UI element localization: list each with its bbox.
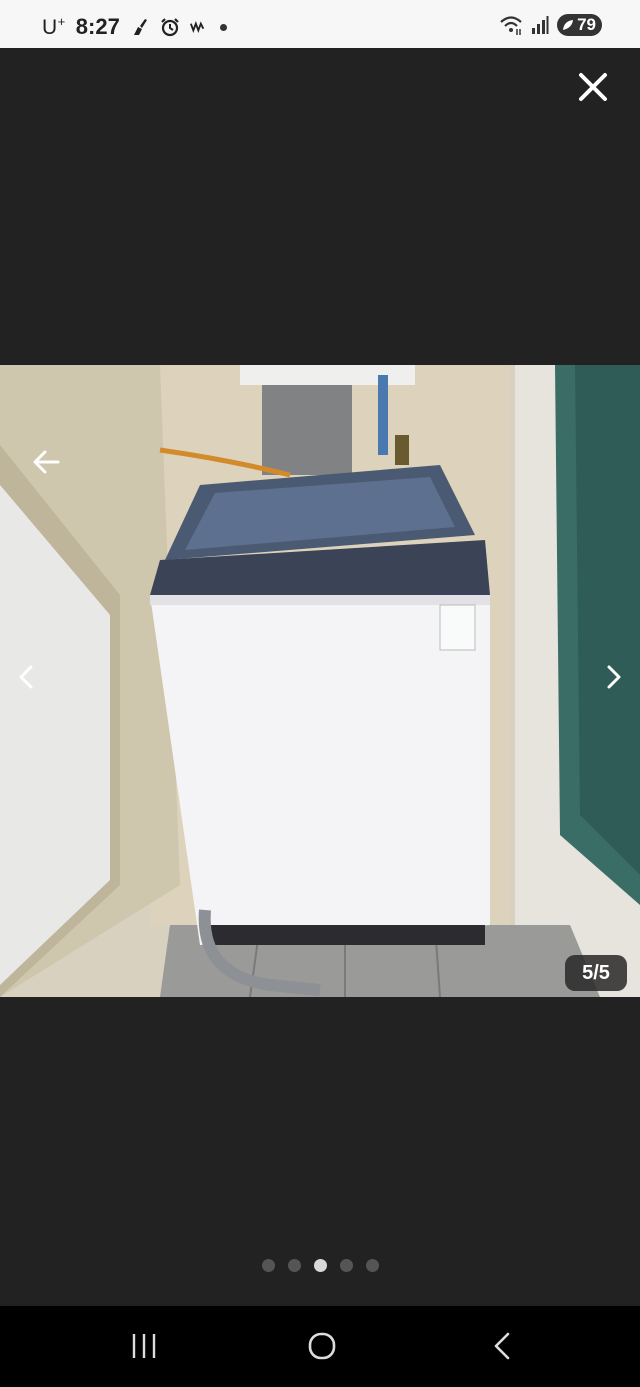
pagination-dot[interactable] <box>365 1259 379 1272</box>
alarm-icon <box>161 18 179 37</box>
close-icon[interactable] <box>576 70 610 104</box>
wavve-icon <box>189 21 204 33</box>
battery-level: 79 <box>577 15 596 34</box>
signal-icon <box>532 16 549 34</box>
recent-apps-icon[interactable] <box>124 1326 164 1366</box>
back-arrow-icon[interactable] <box>32 448 60 476</box>
back-icon[interactable] <box>484 1326 524 1366</box>
status-bar: U+ 8:27 79 <box>0 0 640 48</box>
status-bar-left: U+ 8:27 <box>42 14 227 40</box>
product-photo[interactable] <box>0 365 640 997</box>
chevron-left-icon[interactable] <box>12 662 40 692</box>
home-icon[interactable] <box>302 1326 342 1366</box>
status-bar-right: 79 <box>499 14 602 36</box>
battery-icon: 79 <box>557 14 602 36</box>
pagination-dot[interactable] <box>261 1259 275 1272</box>
pagination-dots <box>0 1259 640 1272</box>
navigation-bar <box>0 1306 640 1387</box>
image-counter-badge: 5/5 <box>565 955 627 991</box>
cleaning-app-icon <box>133 19 147 35</box>
chevron-right-icon[interactable] <box>600 662 628 692</box>
pagination-dot[interactable] <box>339 1259 353 1272</box>
notification-dot-icon <box>219 23 227 31</box>
carrier-label: U+ <box>42 14 66 39</box>
battery-saver-icon <box>563 20 574 30</box>
pagination-dot[interactable] <box>313 1259 327 1272</box>
clock: 8:27 <box>75 14 120 39</box>
pagination-dot[interactable] <box>287 1259 301 1272</box>
wifi-icon <box>500 16 522 35</box>
